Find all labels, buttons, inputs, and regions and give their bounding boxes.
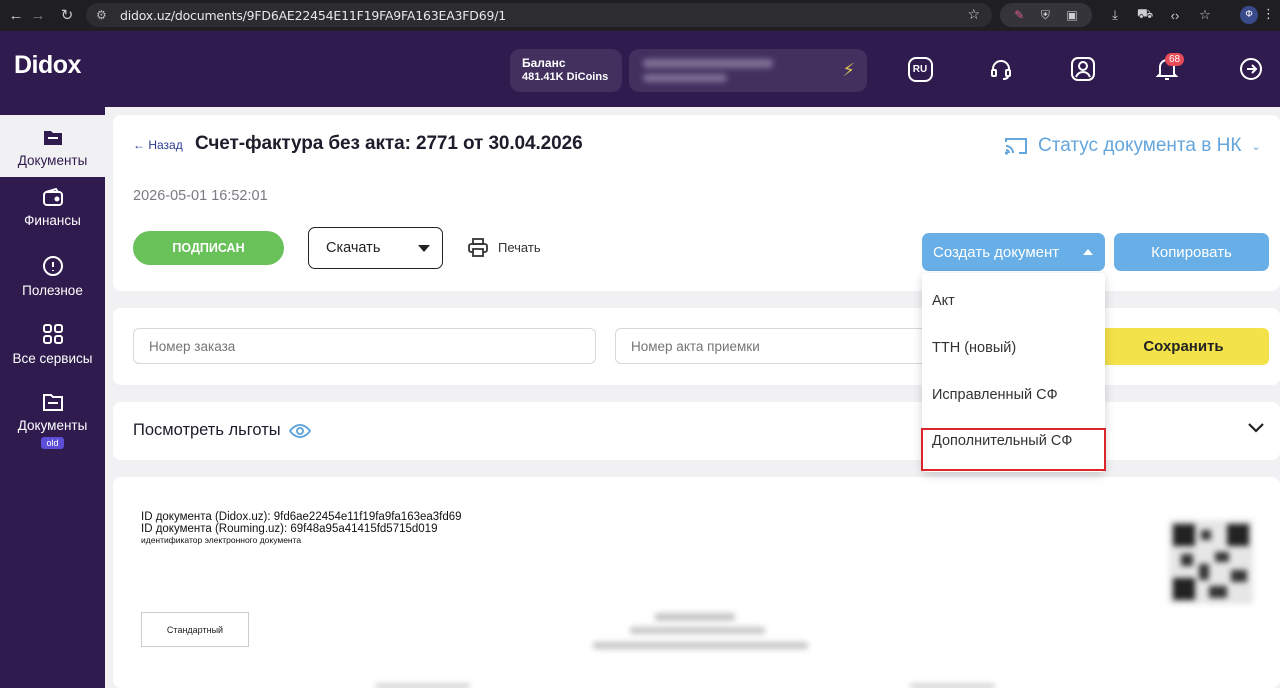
download-label: Скачать xyxy=(326,240,381,256)
eye-icon xyxy=(288,423,311,438)
account-switcher[interactable]: ⚡ xyxy=(629,49,867,92)
print-label: Печать xyxy=(498,240,541,255)
language-badge: RU xyxy=(907,56,933,82)
extensions-group: ✎ ⛨ ▣ xyxy=(1000,3,1092,27)
nk-status-toggle[interactable]: Статус документа в НК ⌄ xyxy=(1004,135,1261,157)
app-header: Didox Баланс 481.41K DiCoins ⚡ RU 68 xyxy=(0,31,1280,107)
caret-down-icon xyxy=(418,244,430,252)
blurred-line-right xyxy=(910,684,995,688)
info-icon xyxy=(42,256,63,276)
nk-status-label: Статус документа в НК xyxy=(1038,135,1242,156)
blurred-invoice-number xyxy=(630,627,765,634)
site-settings-icon[interactable]: ⚙ xyxy=(96,8,114,22)
code-icon[interactable]: ‹› xyxy=(1164,8,1186,23)
lightning-icon: ⚡ xyxy=(842,60,855,80)
document-date: 2026-05-01 16:52:01 xyxy=(133,188,268,204)
pin-extension-icon[interactable]: ✎ xyxy=(1014,8,1024,22)
order-number-input[interactable] xyxy=(133,328,596,364)
logo[interactable]: Didox xyxy=(14,51,81,80)
rouming-id: ID документа (Rouming.uz): 69f48a95a4141… xyxy=(141,522,438,535)
blurred-contract xyxy=(593,642,808,649)
old-badge: old xyxy=(41,437,64,449)
sidebar-item-label: Документы xyxy=(17,418,88,433)
id-caption: идентификатор электронного документа xyxy=(141,535,302,545)
page-title: Счет-фактура без акта: 2771 от 30.04.202… xyxy=(195,133,583,154)
create-document-button[interactable]: Создать документ xyxy=(922,233,1105,271)
sidebar-item-documents[interactable]: Документы xyxy=(0,115,105,177)
sidebar-item-useful[interactable]: Полезное xyxy=(0,255,105,315)
back-link[interactable]: ← Назад xyxy=(133,138,183,152)
blurred-account-id xyxy=(643,74,727,82)
car-icon[interactable]: ⛟ xyxy=(1134,6,1156,24)
folder-icon xyxy=(43,131,62,145)
cast-icon xyxy=(1004,138,1027,155)
copy-button[interactable]: Копировать xyxy=(1114,233,1269,271)
wallet-icon xyxy=(42,187,63,206)
star-icon[interactable]: ☆ xyxy=(1194,7,1216,23)
reload-icon[interactable]: ↻ xyxy=(54,2,80,28)
sidebar-item-documents-old[interactable]: Документы old xyxy=(0,392,105,462)
chevron-down-icon: ⌄ xyxy=(1251,140,1261,153)
sidebar: Документы Финансы Полезное Все сервисы Д… xyxy=(0,107,105,688)
folder-icon xyxy=(42,394,63,411)
balance-widget[interactable]: Баланс 481.41K DiCoins xyxy=(510,49,622,92)
highlight-box xyxy=(921,428,1106,471)
browser-toolbar: ← → ↻ ⚙ didox.uz/documents/9FD6AE22454E1… xyxy=(0,0,1280,31)
menu-item-corrected-invoice[interactable]: Исправленный СФ xyxy=(932,387,1058,403)
create-label: Создать документ xyxy=(933,243,1060,261)
document-ids: ID документа (Didox.uz): 9fd6ae22454e11f… xyxy=(141,511,462,547)
menu-item-act[interactable]: Акт xyxy=(932,293,955,309)
sidebar-item-label: Полезное xyxy=(22,283,83,298)
balance-label: Баланс xyxy=(522,56,566,70)
chevron-down-icon[interactable] xyxy=(1247,422,1265,434)
benefits-toggle[interactable]: Посмотреть льготы xyxy=(133,421,311,440)
acceptance-act-input[interactable] xyxy=(615,328,935,364)
didox-id: ID документа (Didox.uz): 9fd6ae22454e11f… xyxy=(141,511,462,523)
download-dropdown[interactable]: Скачать xyxy=(308,227,443,269)
sidebar-item-label: Все сервисы xyxy=(12,351,93,366)
headset-icon[interactable] xyxy=(988,56,1014,82)
benefits-label: Посмотреть льготы xyxy=(133,421,281,439)
blurred-invoice-title xyxy=(655,613,735,621)
sidebar-item-finance[interactable]: Финансы xyxy=(0,187,105,247)
notification-count-badge: 68 xyxy=(1165,53,1185,66)
puzzle-extension-icon[interactable]: ▣ xyxy=(1066,8,1077,22)
blurred-line-left xyxy=(375,684,470,688)
forward-arrow-icon[interactable]: → xyxy=(25,2,51,28)
document-type-box: Стандартный xyxy=(141,612,249,647)
grid-icon xyxy=(42,324,63,344)
back-label: Назад xyxy=(148,138,183,152)
blurred-account-name xyxy=(643,59,773,68)
status-badge: ПОДПИСАН xyxy=(133,231,284,265)
save-button[interactable]: Сохранить xyxy=(1098,328,1269,365)
sidebar-item-label: Документы xyxy=(17,153,88,168)
language-selector[interactable]: RU xyxy=(907,56,933,82)
menu-item-ttn[interactable]: ТТН (новый) xyxy=(932,340,1016,356)
bookmark-star-icon[interactable]: ☆ xyxy=(967,6,980,23)
sidebar-item-label: Финансы xyxy=(24,213,81,228)
profile-avatar[interactable]: Ф xyxy=(1240,6,1258,24)
document-preview xyxy=(113,477,1280,688)
sidebar-item-all-services[interactable]: Все сервисы xyxy=(0,323,105,383)
more-menu-icon[interactable]: ⋮ xyxy=(1262,6,1275,22)
printer-icon xyxy=(468,238,488,257)
balance-value: 481.41K DiCoins xyxy=(522,71,609,83)
download-icon[interactable]: ⤓ xyxy=(1104,7,1126,23)
print-button[interactable]: Печать xyxy=(468,238,541,257)
address-bar[interactable]: ⚙ didox.uz/documents/9FD6AE22454E11F19FA… xyxy=(86,3,992,27)
user-icon[interactable] xyxy=(1070,56,1096,82)
shield-extension-icon[interactable]: ⛨ xyxy=(1041,8,1050,23)
url-text: didox.uz/documents/9FD6AE22454E11F19FA9F… xyxy=(120,7,506,23)
browser-tools: ⤓ ⛟ ‹› ☆ xyxy=(1104,3,1216,27)
qr-code-icon xyxy=(1169,520,1253,604)
caret-up-icon xyxy=(1083,249,1093,255)
logout-icon[interactable] xyxy=(1238,56,1264,82)
